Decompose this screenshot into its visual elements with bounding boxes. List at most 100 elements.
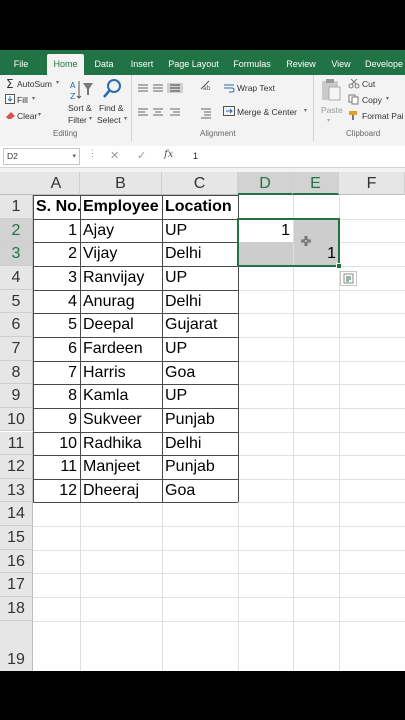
table-cell-employee[interactable]: Radhika bbox=[80, 432, 162, 456]
tab-file[interactable]: File bbox=[8, 54, 34, 75]
chevron-down-icon[interactable]: ▾ bbox=[72, 149, 76, 164]
table-cell-sno[interactable]: 8 bbox=[33, 384, 80, 408]
table-cell-employee[interactable]: Vijay bbox=[80, 242, 162, 266]
row-header-18[interactable]: 18 bbox=[0, 597, 33, 621]
table-cell-location[interactable]: Delhi bbox=[162, 290, 238, 314]
autosum-button[interactable]: AutoSum bbox=[17, 79, 52, 89]
header-cell-employee[interactable]: Employee bbox=[80, 195, 162, 219]
column-header-b[interactable]: B bbox=[80, 172, 162, 195]
name-box[interactable]: D2 ▾ bbox=[3, 148, 80, 165]
cut-button[interactable]: Cut bbox=[362, 79, 375, 89]
row-header-17[interactable]: 17 bbox=[0, 573, 33, 598]
merge-center-chevron-icon[interactable]: ▾ bbox=[304, 107, 307, 114]
format-painter-button[interactable]: Format Pai bbox=[362, 111, 404, 121]
column-header-a[interactable]: A bbox=[33, 172, 80, 195]
column-header-c[interactable]: C bbox=[162, 172, 238, 195]
more-options-icon[interactable]: ⋮ bbox=[88, 148, 97, 159]
tab-page-layout[interactable]: Page Layout bbox=[166, 54, 221, 75]
insert-function-icon[interactable]: fx bbox=[164, 149, 173, 160]
clear-button[interactable]: Clear bbox=[17, 111, 37, 121]
tab-developer[interactable]: Develope bbox=[365, 54, 405, 75]
table-cell-location[interactable]: UP bbox=[162, 384, 238, 408]
tab-home[interactable]: Home bbox=[47, 54, 84, 75]
autosum-chevron-icon[interactable]: ▾ bbox=[56, 79, 59, 86]
table-cell-location[interactable]: UP bbox=[162, 266, 238, 290]
selection-range[interactable] bbox=[237, 217, 340, 267]
table-cell-sno[interactable]: 4 bbox=[33, 290, 80, 314]
column-header-f[interactable]: F bbox=[339, 172, 405, 195]
row-header-19[interactable]: 19 bbox=[0, 620, 33, 671]
table-cell-location[interactable]: Gujarat bbox=[162, 313, 238, 337]
find-select-label-1[interactable]: Find & bbox=[99, 103, 124, 113]
row-header-1[interactable]: 1 bbox=[0, 195, 33, 219]
row-header-4[interactable]: 4 bbox=[0, 265, 33, 290]
table-cell-employee[interactable]: Ajay bbox=[80, 219, 162, 243]
row-header-12[interactable]: 12 bbox=[0, 455, 33, 479]
tab-insert[interactable]: Insert bbox=[127, 54, 157, 75]
table-cell-sno[interactable]: 5 bbox=[33, 313, 80, 337]
table-cell-location[interactable]: Delhi bbox=[162, 242, 238, 266]
table-cell-location[interactable]: Delhi bbox=[162, 432, 238, 456]
row-header-9[interactable]: 9 bbox=[0, 384, 33, 408]
autofill-options-button[interactable] bbox=[340, 270, 357, 286]
header-cell-sno[interactable]: S. No. bbox=[33, 195, 80, 219]
table-cell-employee[interactable]: Kamla bbox=[80, 384, 162, 408]
table-cell-sno[interactable]: 7 bbox=[33, 361, 80, 385]
horizontal-align-icons[interactable] bbox=[137, 107, 185, 117]
find-select-button[interactable]: Select bbox=[97, 115, 121, 125]
wrap-text-button[interactable]: Wrap Text bbox=[237, 83, 275, 93]
row-header-8[interactable]: 8 bbox=[0, 360, 33, 385]
table-cell-employee[interactable]: Sukveer bbox=[80, 408, 162, 432]
paste-chevron-icon[interactable]: ▾ bbox=[327, 117, 330, 124]
row-header-5[interactable]: 5 bbox=[0, 289, 33, 314]
table-cell-employee[interactable]: Fardeen bbox=[80, 337, 162, 361]
merge-center-button[interactable]: Merge & Center bbox=[237, 107, 297, 117]
orientation-indent-icons[interactable]: ab bbox=[199, 79, 213, 121]
table-cell-employee[interactable]: Harris bbox=[80, 361, 162, 385]
table-cell-sno[interactable]: 2 bbox=[33, 242, 80, 266]
enter-check-icon[interactable]: ✓ bbox=[137, 149, 146, 162]
copy-chevron-icon[interactable]: ▾ bbox=[386, 95, 389, 102]
formula-input[interactable]: 1 bbox=[193, 151, 198, 161]
table-cell-sno[interactable]: 3 bbox=[33, 266, 80, 290]
table-cell-sno[interactable]: 11 bbox=[33, 455, 80, 479]
table-cell-location[interactable]: Punjab bbox=[162, 408, 238, 432]
table-cell-sno[interactable]: 1 bbox=[33, 219, 80, 243]
row-header-3[interactable]: 3 bbox=[0, 242, 33, 266]
tab-formulas[interactable]: Formulas bbox=[231, 54, 273, 75]
row-header-2[interactable]: 2 bbox=[0, 218, 33, 243]
row-header-13[interactable]: 13 bbox=[0, 478, 33, 503]
top-align-icons[interactable] bbox=[137, 83, 185, 93]
paste-button[interactable]: Paste bbox=[321, 105, 343, 115]
fill-chevron-icon[interactable]: ▾ bbox=[32, 95, 35, 102]
table-cell-location[interactable]: Punjab bbox=[162, 455, 238, 479]
tab-view[interactable]: View bbox=[329, 54, 353, 75]
table-cell-employee[interactable]: Dheeraj bbox=[80, 479, 162, 503]
table-cell-location[interactable]: Goa bbox=[162, 361, 238, 385]
sort-filter-label-1[interactable]: Sort & bbox=[68, 103, 92, 113]
header-cell-location[interactable]: Location bbox=[162, 195, 238, 219]
row-header-7[interactable]: 7 bbox=[0, 336, 33, 361]
sort-filter-chevron-icon[interactable]: ▾ bbox=[89, 115, 92, 122]
fill-button[interactable]: Fill bbox=[17, 95, 28, 105]
row-header-15[interactable]: 15 bbox=[0, 526, 33, 550]
table-cell-location[interactable]: UP bbox=[162, 337, 238, 361]
table-cell-sno[interactable]: 12 bbox=[33, 479, 80, 503]
row-header-10[interactable]: 10 bbox=[0, 407, 33, 432]
table-cell-location[interactable]: UP bbox=[162, 219, 238, 243]
table-cell-sno[interactable]: 9 bbox=[33, 408, 80, 432]
table-cell-employee[interactable]: Anurag bbox=[80, 290, 162, 314]
column-header-d[interactable]: D bbox=[238, 172, 293, 195]
copy-button[interactable]: Copy bbox=[362, 95, 382, 105]
cancel-icon[interactable]: ✕ bbox=[110, 149, 119, 162]
table-cell-location[interactable]: Goa bbox=[162, 479, 238, 503]
fill-handle[interactable] bbox=[336, 262, 342, 269]
table-cell-sno[interactable]: 6 bbox=[33, 337, 80, 361]
row-header-14[interactable]: 14 bbox=[0, 502, 33, 527]
sort-filter-button[interactable]: Filter bbox=[68, 115, 87, 125]
column-header-e[interactable]: E bbox=[293, 172, 339, 195]
row-header-6[interactable]: 6 bbox=[0, 313, 33, 337]
table-cell-employee[interactable]: Ranvijay bbox=[80, 266, 162, 290]
row-header-16[interactable]: 16 bbox=[0, 549, 33, 574]
tab-review[interactable]: Review bbox=[284, 54, 318, 75]
